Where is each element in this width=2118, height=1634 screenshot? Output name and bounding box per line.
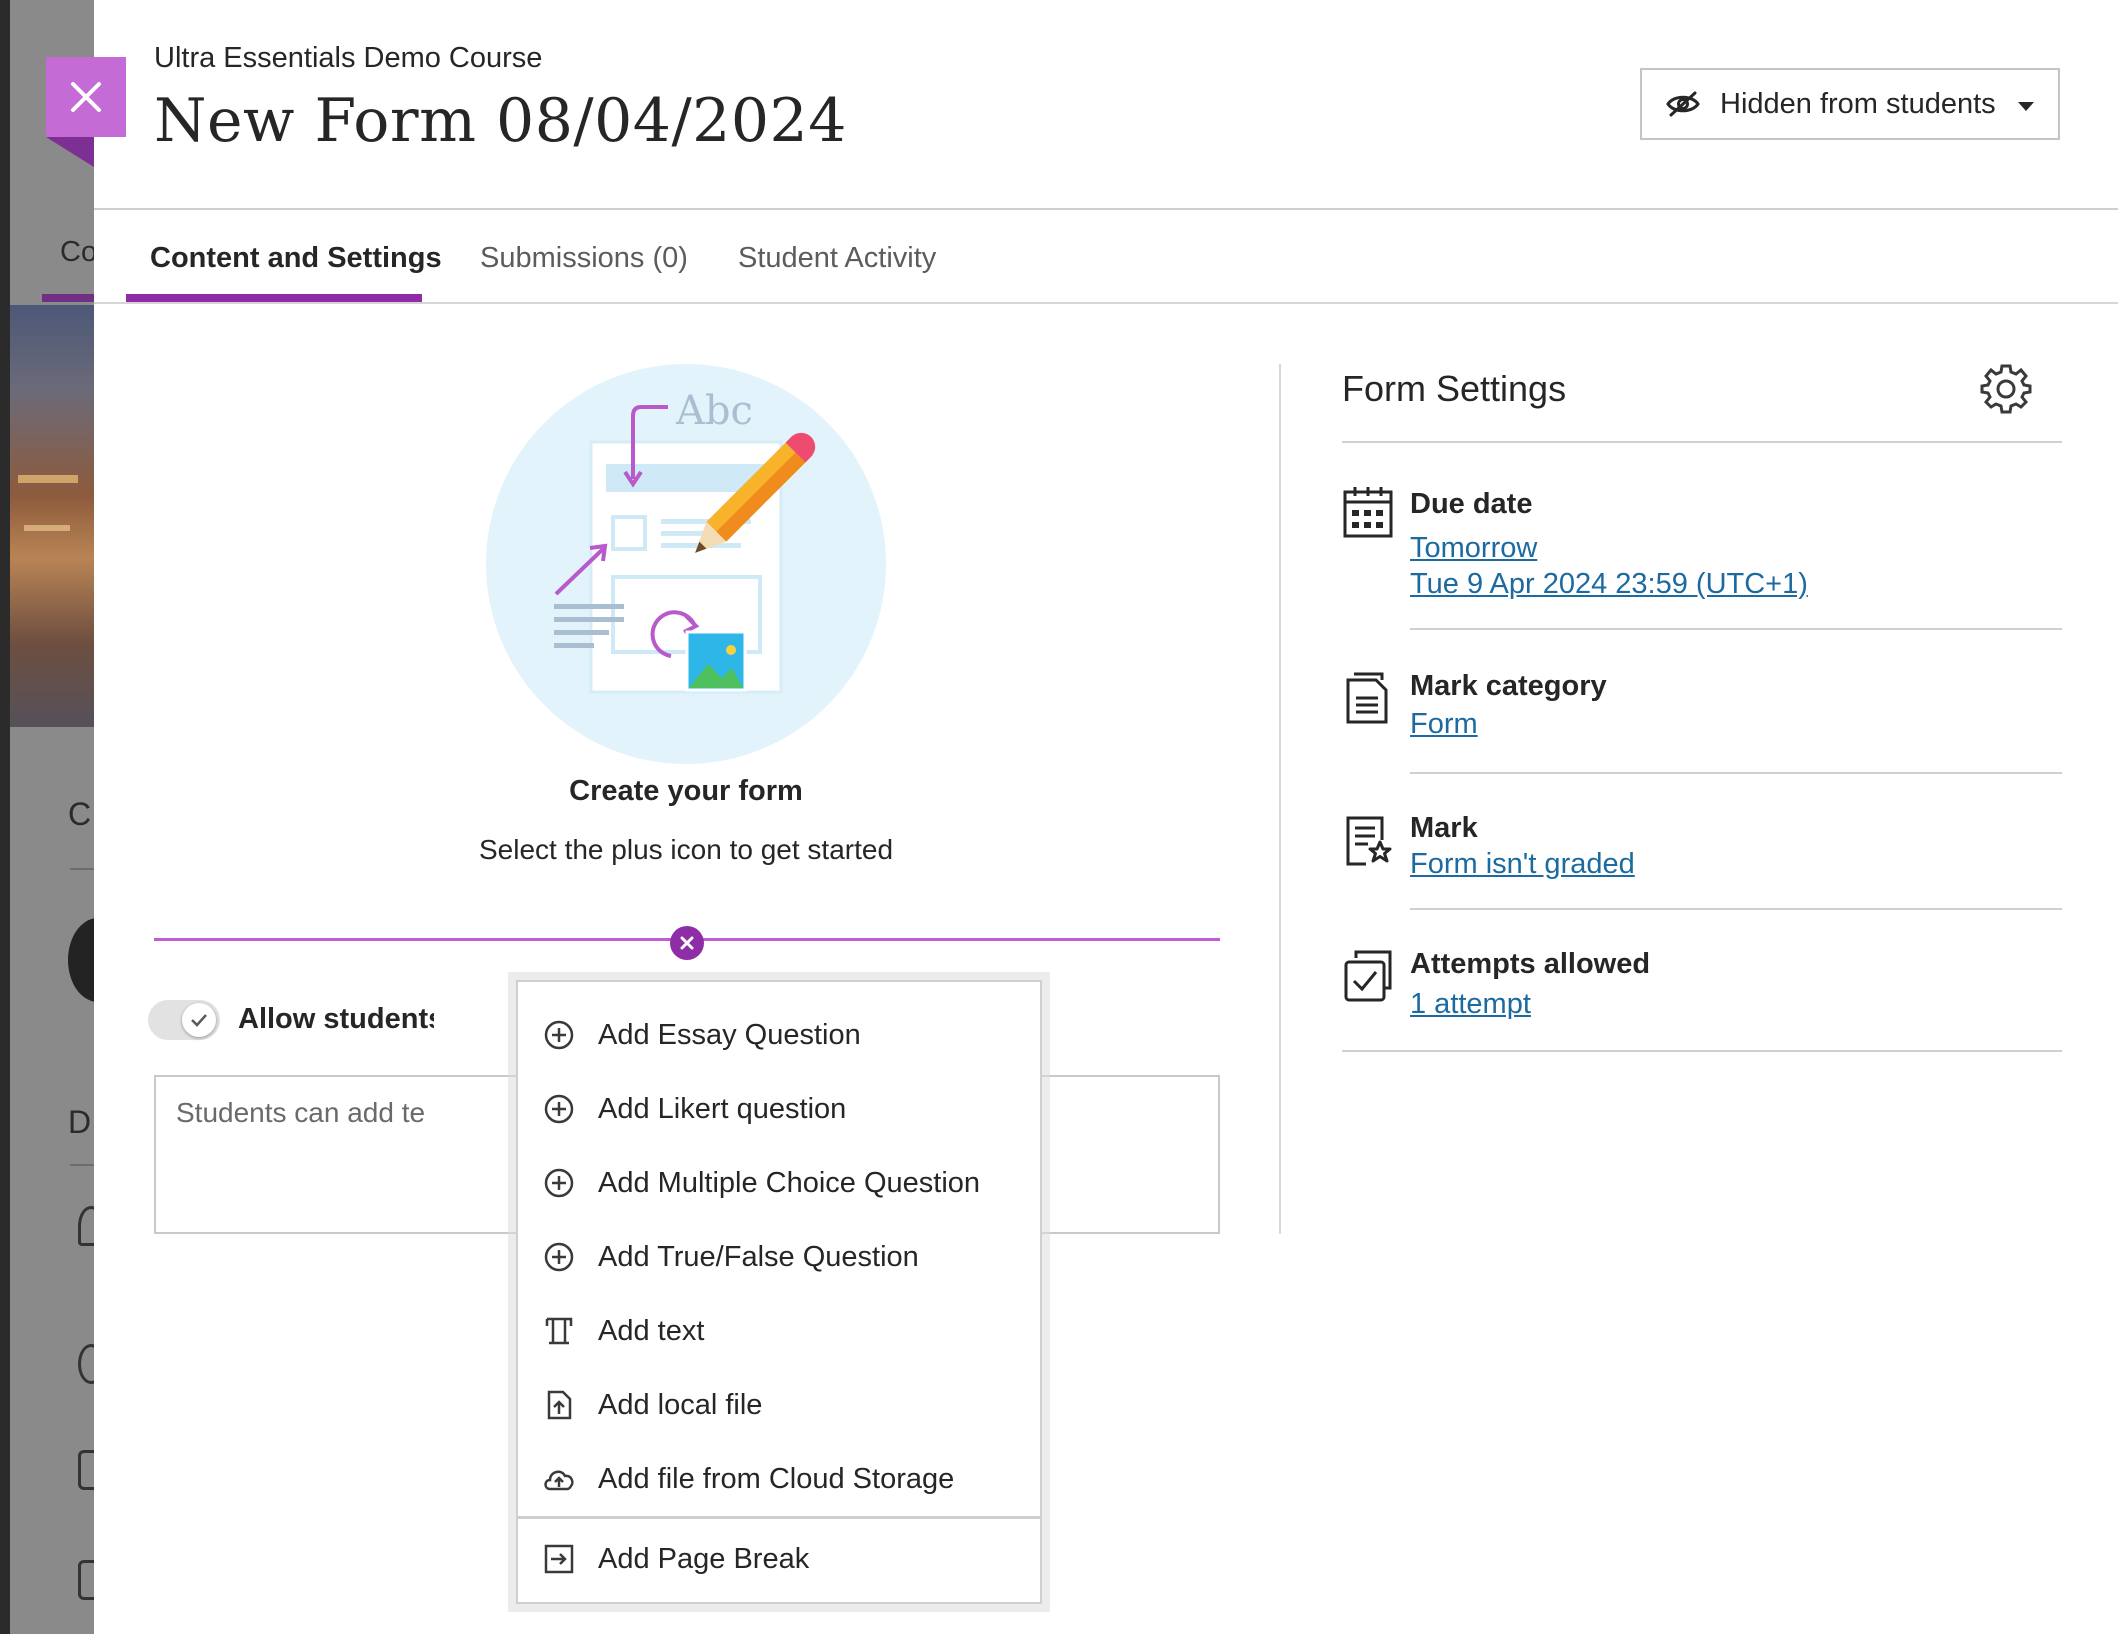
menu-item-label: Add True/False Question bbox=[598, 1240, 919, 1273]
tab-bar: Content and Settings Submissions (0) Stu… bbox=[94, 212, 2118, 304]
menu-item-label: Add local file bbox=[598, 1388, 763, 1421]
backdrop-divider bbox=[70, 868, 94, 870]
empty-state-title: Create your form bbox=[569, 775, 803, 807]
calendar-icon bbox=[1343, 487, 1393, 538]
menu-add-local-file[interactable]: Add local file bbox=[518, 1368, 1040, 1442]
due-date-label: Due date bbox=[1410, 488, 1533, 520]
mark-label: Mark bbox=[1410, 812, 1478, 844]
insert-content-button[interactable] bbox=[670, 926, 704, 960]
close-small-icon bbox=[680, 936, 694, 950]
menu-item-label: Add file from Cloud Storage bbox=[598, 1462, 955, 1495]
allow-students-label: Allow students bbox=[238, 1003, 434, 1035]
menu-item-label: Add Page Break bbox=[598, 1542, 810, 1575]
page-break-icon bbox=[542, 1542, 576, 1576]
mark-link[interactable]: Form isn't graded bbox=[1410, 848, 1635, 881]
plus-circle-icon bbox=[542, 1018, 576, 1052]
setting-mark: Mark Form isn't graded bbox=[1342, 812, 2062, 902]
eye-slash-icon bbox=[1666, 91, 1700, 117]
course-name: Ultra Essentials Demo Course bbox=[154, 42, 543, 74]
add-content-menu: Add Essay Question Add Likert question A… bbox=[516, 980, 1042, 1604]
empty-state-subtitle: Select the plus icon to get started bbox=[478, 834, 894, 865]
backdrop-text-heading-2: D bbox=[68, 1104, 92, 1140]
settings-divider bbox=[1410, 772, 2062, 774]
toggle-knob bbox=[182, 1003, 216, 1037]
menu-add-essay-question[interactable]: Add Essay Question bbox=[518, 998, 1040, 1072]
settings-divider bbox=[1410, 908, 2062, 910]
panel-header: Ultra Essentials Demo Course New Form 08… bbox=[94, 0, 2118, 210]
gear-icon[interactable] bbox=[1980, 362, 2032, 414]
document-icon bbox=[1346, 672, 1388, 724]
backdrop-tab-underline bbox=[42, 294, 94, 302]
menu-add-page-break[interactable]: Add Page Break bbox=[518, 1522, 1040, 1596]
close-panel-button[interactable] bbox=[46, 57, 126, 137]
tab-content-and-settings[interactable]: Content and Settings bbox=[150, 212, 442, 304]
attempts-icon bbox=[1344, 950, 1392, 1002]
plus-circle-icon bbox=[542, 1240, 576, 1274]
menu-add-true-false-question[interactable]: Add True/False Question bbox=[518, 1220, 1040, 1294]
menu-item-label: Add text bbox=[598, 1314, 705, 1347]
plus-circle-icon bbox=[542, 1166, 576, 1200]
mark-category-label: Mark category bbox=[1410, 670, 1607, 702]
due-date-relative-link[interactable]: Tomorrow bbox=[1410, 532, 1537, 565]
setting-attempts: Attempts allowed 1 attempt bbox=[1342, 948, 2062, 1038]
settings-divider bbox=[1342, 1050, 2062, 1052]
background-course-page: Co C D bbox=[0, 0, 94, 1634]
allow-students-toggle[interactable] bbox=[148, 1000, 220, 1040]
menu-item-label: Add Multiple Choice Question bbox=[598, 1166, 981, 1199]
visibility-dropdown[interactable]: Hidden from students bbox=[1640, 68, 2060, 140]
plus-circle-icon bbox=[542, 1092, 576, 1126]
backdrop-avatar bbox=[68, 918, 94, 1002]
tab-student-activity[interactable]: Student Activity bbox=[738, 212, 936, 304]
attempts-label: Attempts allowed bbox=[1410, 948, 1651, 980]
caret-down-icon bbox=[2018, 102, 2034, 111]
illustration-text: Abc bbox=[675, 388, 753, 434]
form-panel: Ultra Essentials Demo Course New Form 08… bbox=[94, 0, 2118, 1634]
menu-add-cloud-file[interactable]: Add file from Cloud Storage bbox=[518, 1442, 1040, 1516]
menu-divider bbox=[518, 1516, 1040, 1519]
setting-due-date: Due date Tomorrow Tue 9 Apr 2024 23:59 (… bbox=[1342, 484, 2062, 624]
backdrop-divider bbox=[70, 1164, 94, 1166]
settings-divider bbox=[1410, 628, 2062, 630]
course-banner-image bbox=[10, 305, 94, 727]
checkmark-icon bbox=[191, 1014, 207, 1027]
page-title: New Form 08/04/2024 bbox=[154, 86, 847, 156]
due-date-full-link[interactable]: Tue 9 Apr 2024 23:59 (UTC+1) bbox=[1410, 568, 1808, 601]
graded-doc-icon bbox=[1346, 816, 1392, 866]
window-edge bbox=[0, 0, 10, 1634]
menu-add-text[interactable]: Add text bbox=[518, 1294, 1040, 1368]
close-button-flag bbox=[46, 137, 94, 167]
menu-add-likert-question[interactable]: Add Likert question bbox=[518, 1072, 1040, 1146]
text-icon bbox=[542, 1314, 576, 1348]
backdrop-icon bbox=[78, 1206, 94, 1246]
form-illustration: Abc bbox=[486, 364, 886, 764]
menu-item-label: Add Likert question bbox=[598, 1092, 847, 1125]
mark-category-link[interactable]: Form bbox=[1410, 708, 1478, 741]
backdrop-text-heading-1: C bbox=[68, 796, 92, 832]
setting-mark-category: Mark category Form bbox=[1342, 670, 2062, 760]
file-upload-icon bbox=[542, 1388, 576, 1422]
menu-add-multiple-choice-question[interactable]: Add Multiple Choice Question bbox=[518, 1146, 1040, 1220]
column-divider bbox=[1279, 364, 1281, 1234]
backdrop-icon bbox=[78, 1560, 94, 1600]
backdrop-icon bbox=[78, 1344, 94, 1384]
active-tab-indicator bbox=[126, 294, 422, 302]
form-settings-title: Form Settings bbox=[1342, 368, 1567, 409]
backdrop-icon bbox=[78, 1450, 94, 1490]
tab-submissions[interactable]: Submissions (0) bbox=[480, 212, 688, 304]
menu-item-label: Add Essay Question bbox=[598, 1018, 861, 1051]
settings-divider bbox=[1342, 441, 2062, 443]
visibility-label: Hidden from students bbox=[1720, 87, 1996, 120]
backdrop-text-tab: Co bbox=[60, 236, 94, 268]
cloud-upload-icon bbox=[542, 1462, 576, 1496]
close-icon bbox=[71, 82, 101, 112]
attempts-link[interactable]: 1 attempt bbox=[1410, 988, 1531, 1021]
